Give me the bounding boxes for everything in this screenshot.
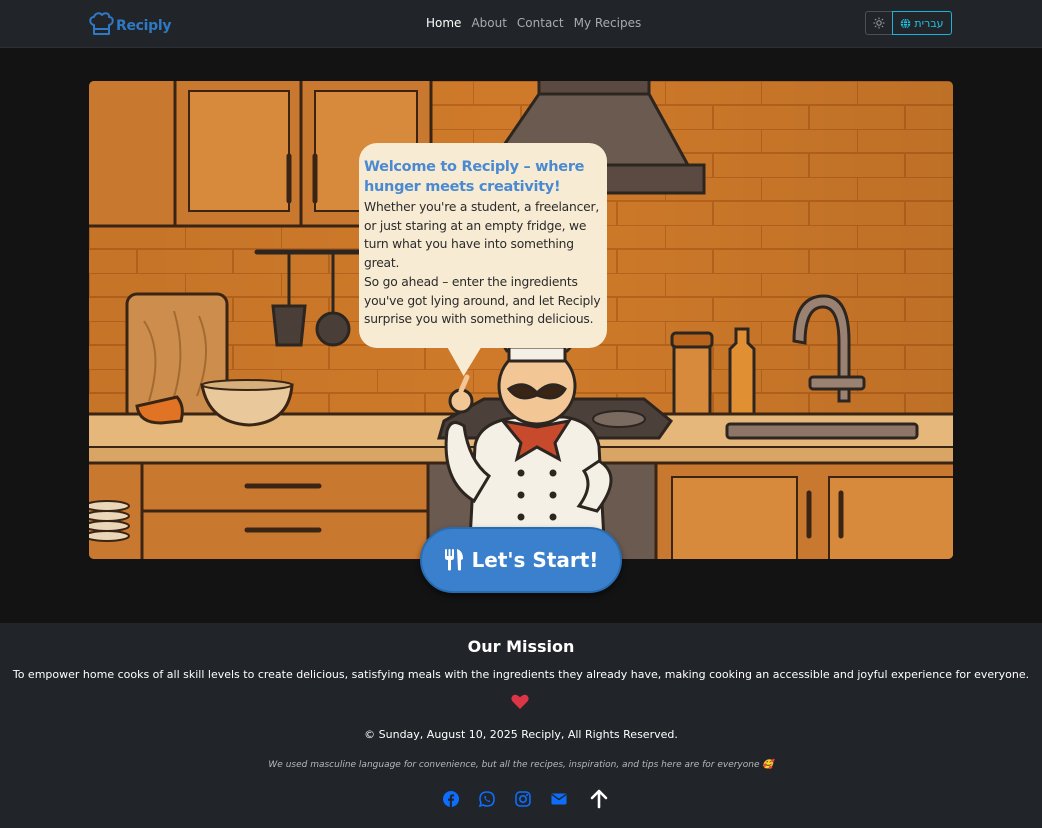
nav-home[interactable]: Home (426, 16, 461, 30)
nav-my-recipes[interactable]: My Recipes (574, 16, 642, 30)
welcome-title: Welcome to Reciply – where hunger meets … (364, 159, 585, 195)
theme-toggle-button[interactable] (865, 11, 893, 35)
instagram-icon[interactable] (515, 791, 531, 807)
language-label: עברית (914, 16, 944, 30)
lets-start-button[interactable]: Let's Start! (420, 527, 622, 593)
mission-title: Our Mission (467, 637, 575, 656)
facebook-icon[interactable] (443, 791, 459, 807)
mission-text: To empower home cooks of all skill level… (12, 668, 1030, 681)
lets-start-label: Let's Start! (471, 548, 599, 572)
navbar: Reciply Home About Contact My Recipes עב… (0, 0, 1042, 48)
nav-contact[interactable]: Contact (517, 16, 564, 30)
arrow-up-icon[interactable] (589, 789, 609, 809)
envelope-icon[interactable] (551, 791, 567, 807)
heart-icon (511, 694, 529, 709)
welcome-text-2: So go ahead – enter the ingredients you'… (364, 274, 601, 327)
social-links (443, 789, 609, 809)
nav-links: Home About Contact My Recipes (426, 16, 641, 30)
nav-about[interactable]: About (471, 16, 506, 30)
speech-bubble: Welcome to Reciply – where hunger meets … (359, 143, 607, 348)
whatsapp-icon[interactable] (479, 791, 495, 807)
brand-logo[interactable]: Reciply (88, 10, 172, 38)
brand-name: Reciply (116, 18, 172, 34)
sun-icon (873, 17, 885, 29)
globe-icon (901, 17, 911, 29)
inclusive-note: We used masculine language for convenien… (268, 760, 774, 770)
chef-hat-icon (89, 12, 114, 35)
fork-knife-icon (444, 549, 463, 571)
nav-actions: עברית (865, 11, 952, 35)
copyright-text: © Sunday, August 10, 2025 Reciply, All R… (364, 728, 678, 741)
welcome-text-1: Whether you're a student, a freelancer, … (364, 200, 600, 271)
footer: Our Mission To empower home cooks of all… (0, 623, 1042, 828)
language-button[interactable]: עברית (892, 11, 952, 35)
